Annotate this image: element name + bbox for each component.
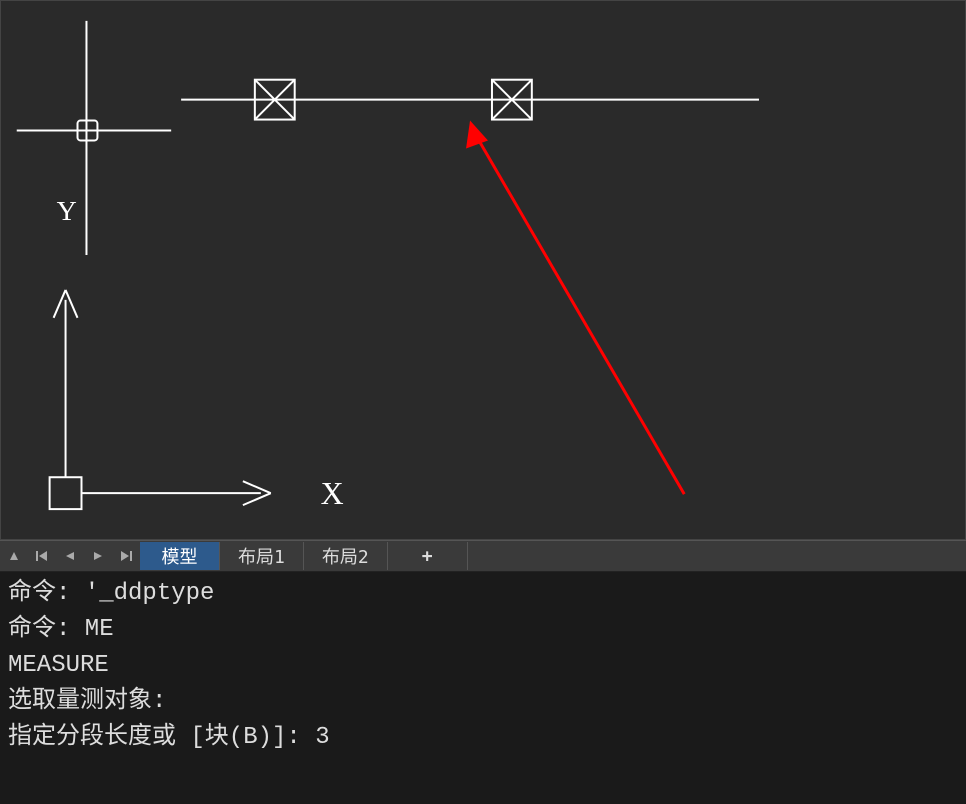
svg-text:X: X — [321, 476, 344, 511]
tab-model[interactable]: 模型 — [140, 542, 220, 570]
tab-first-icon[interactable] — [28, 542, 56, 570]
tab-bar: 模型 布局1 布局2 + — [0, 540, 966, 572]
command-history-line: 命令: ME — [8, 612, 958, 648]
tab-last-icon[interactable] — [112, 542, 140, 570]
tab-layout2[interactable]: 布局2 — [304, 542, 388, 570]
drawing-svg: Y X — [1, 1, 965, 539]
tab-prev-icon[interactable] — [56, 542, 84, 570]
tab-add-button[interactable]: + — [388, 542, 468, 570]
measured-line — [181, 80, 759, 120]
tab-next-icon[interactable] — [84, 542, 112, 570]
command-prompt-line: 指定分段长度或 [块(B)]: 3 — [8, 720, 958, 756]
command-window[interactable]: 命令: '_ddptype 命令: ME MEASURE 选取量测对象: 指定分… — [0, 572, 966, 760]
svg-text:Y: Y — [57, 196, 77, 227]
ucs-icon: Y X — [50, 196, 344, 511]
crosshair-cursor — [17, 21, 171, 255]
command-history-line: 选取量测对象: — [8, 684, 958, 720]
command-history-line: MEASURE — [8, 648, 958, 684]
annotation-arrow — [466, 121, 684, 495]
tab-scroll-up-icon[interactable] — [0, 542, 28, 570]
drawing-canvas[interactable]: Y X — [0, 0, 966, 540]
tab-layout1[interactable]: 布局1 — [220, 542, 304, 570]
command-history-line: 命令: '_ddptype — [8, 576, 958, 612]
